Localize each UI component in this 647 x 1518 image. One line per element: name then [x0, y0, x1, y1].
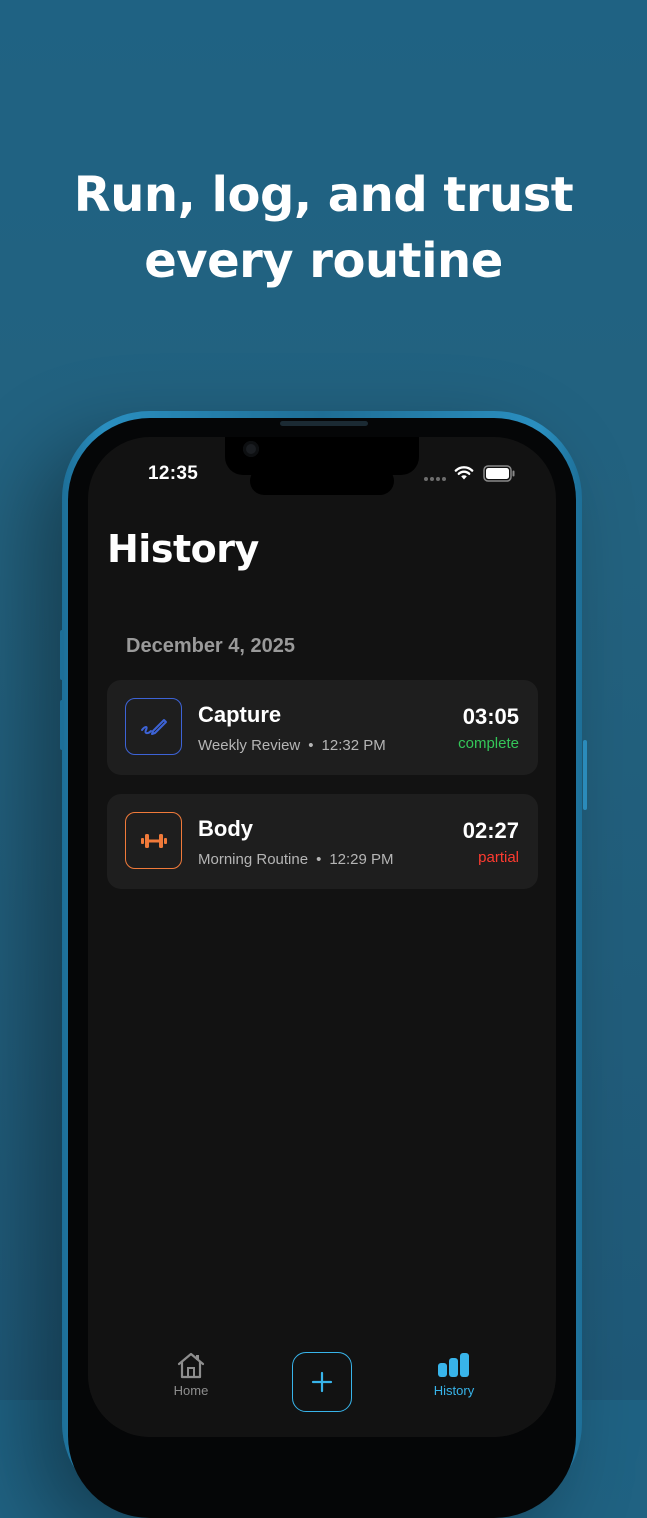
dynamic-island	[250, 467, 394, 495]
tab-home[interactable]: Home	[151, 1351, 231, 1398]
page-title: History	[107, 527, 259, 571]
entry-status: complete	[458, 735, 519, 752]
entry-icon-badge	[125, 698, 182, 755]
status-time: 12:35	[148, 463, 199, 484]
entry-subtitle: Weekly Review • 12:32 PM	[198, 737, 386, 754]
dumbbell-icon	[140, 833, 167, 848]
headline-line-1: Run, log, and trust	[73, 167, 574, 223]
section-date-header: December 4, 2025	[126, 635, 296, 657]
chart-icon	[438, 1353, 469, 1377]
phone-volume-button	[60, 630, 64, 680]
entry-separator: •	[316, 851, 322, 868]
pen-icon	[140, 718, 167, 735]
entry-time: 12:29 PM	[329, 851, 394, 868]
entry-icon-badge	[125, 812, 182, 869]
battery-icon	[483, 465, 515, 482]
headline-line-2: every routine	[144, 233, 503, 289]
plus-icon	[311, 1371, 333, 1393]
add-button[interactable]	[292, 1352, 352, 1412]
app-screen: 12:35 History December 4, 2025 Capture W…	[88, 437, 556, 1437]
signal-dots-icon	[424, 477, 446, 481]
camera-icon	[243, 441, 259, 457]
entry-subtitle: Morning Routine • 12:29 PM	[198, 851, 394, 868]
promo-headline: Run, log, and trust every routine	[0, 162, 647, 294]
history-entry-capture[interactable]: Capture Weekly Review • 12:32 PM 03:05 com…	[107, 680, 538, 775]
tab-bar: Home History	[88, 1337, 556, 1437]
tab-history-label: History	[433, 1383, 475, 1398]
tab-home-label: Home	[173, 1383, 209, 1398]
home-icon	[177, 1352, 205, 1379]
history-entry-body[interactable]: Body Morning Routine • 12:29 PM 02:27 part…	[107, 794, 538, 889]
entry-name: Body	[198, 816, 253, 841]
phone-volume-button	[60, 700, 64, 750]
entry-time: 12:32 PM	[321, 737, 386, 754]
entry-separator: •	[308, 737, 314, 754]
wifi-icon	[454, 466, 474, 480]
entry-duration: 02:27	[462, 818, 519, 843]
entry-routine: Weekly Review	[198, 737, 301, 754]
phone-side-button	[583, 740, 587, 810]
entry-name: Capture	[198, 702, 282, 727]
entry-routine: Morning Routine	[198, 851, 309, 868]
phone-speaker	[280, 421, 368, 426]
tab-history[interactable]: History	[414, 1351, 494, 1398]
entry-duration: 03:05	[462, 704, 519, 729]
entry-status: partial	[478, 849, 519, 866]
